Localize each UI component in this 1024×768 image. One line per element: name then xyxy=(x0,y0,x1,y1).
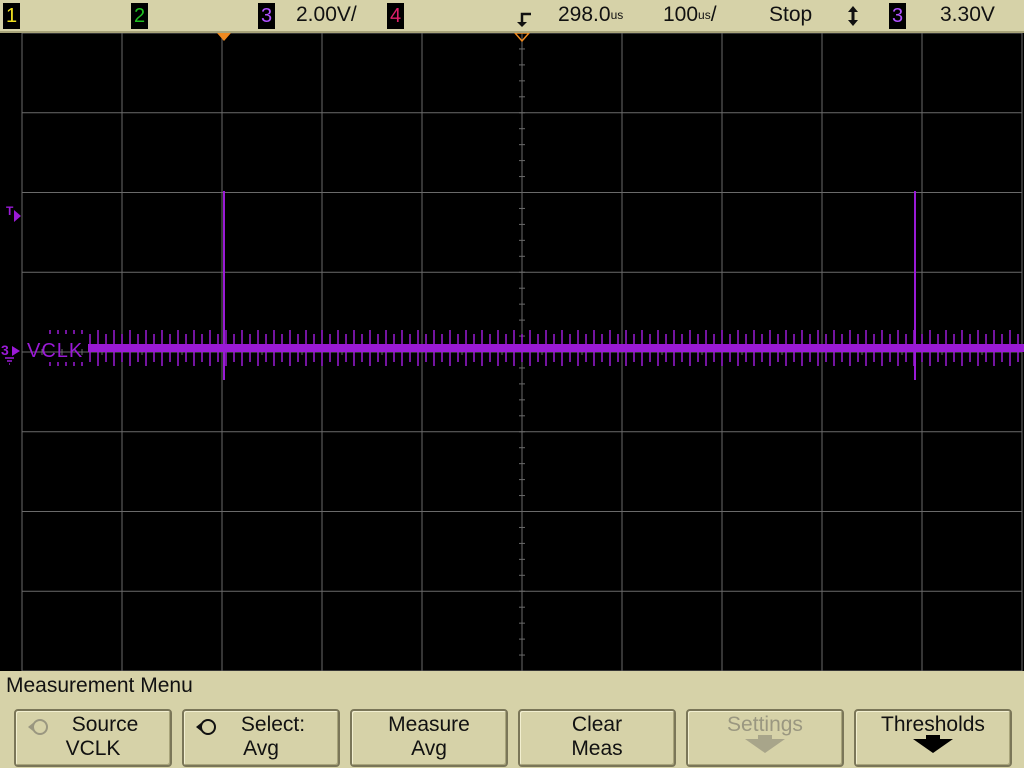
trigger-level-marker[interactable]: T xyxy=(6,204,22,226)
trace-label: VCLK xyxy=(27,340,84,362)
menu-title: Measurement Menu xyxy=(6,674,193,697)
trigger-delay-icon xyxy=(514,12,532,28)
clear-meas-softkey[interactable]: Clear Meas xyxy=(518,709,676,767)
thresholds-softkey[interactable]: Thresholds xyxy=(854,709,1012,767)
waveform-display: T 3 VCLK xyxy=(0,33,1024,671)
channel-3-indicator[interactable]: 3 xyxy=(258,3,275,29)
timebase-value: 100us/ xyxy=(663,3,717,26)
measure-value: Avg xyxy=(411,737,447,760)
delay-reference-marker xyxy=(514,33,530,43)
trigger-position-marker[interactable] xyxy=(216,33,232,43)
source-softkey[interactable]: Source VCLK xyxy=(14,709,172,767)
select-label: Select: xyxy=(240,713,306,736)
clear-label: Clear xyxy=(571,713,623,736)
settings-label: Settings xyxy=(727,713,803,736)
channel-2-indicator[interactable]: 2 xyxy=(131,3,148,29)
graticule xyxy=(21,33,1024,671)
channel-3-ground-marker[interactable]: 3 xyxy=(0,340,22,366)
trigger-delay-value: 298.0us xyxy=(558,3,624,26)
select-softkey[interactable]: Select: Avg xyxy=(182,709,340,767)
measure-softkey[interactable]: Measure Avg xyxy=(350,709,508,767)
channel-4-indicator[interactable]: 4 xyxy=(387,3,404,29)
source-label: Source xyxy=(71,713,139,736)
run-state: Stop xyxy=(769,3,813,26)
trigger-level: 3.30V xyxy=(940,3,995,26)
channel-3-scale: 2.00V/ xyxy=(296,3,357,26)
trigger-source-indicator[interactable]: 3 xyxy=(889,3,906,29)
waveform-trace xyxy=(88,344,1024,352)
settings-softkey[interactable]: Settings xyxy=(686,709,844,767)
source-value: VCLK xyxy=(65,737,121,760)
status-bar: 1 2 3 2.00V/ 4 298.0us 100us/ Stop 3 3.3… xyxy=(0,0,1024,33)
trigger-delay-unit: us xyxy=(610,8,624,22)
timebase-unit: us xyxy=(698,8,711,22)
meas-label: Meas xyxy=(571,737,623,760)
thresholds-label: Thresholds xyxy=(881,713,985,736)
updown-arrow-icon xyxy=(846,5,860,27)
measure-label: Measure xyxy=(388,713,470,736)
select-value: Avg xyxy=(243,737,279,760)
channel-1-indicator[interactable]: 1 xyxy=(3,3,20,29)
